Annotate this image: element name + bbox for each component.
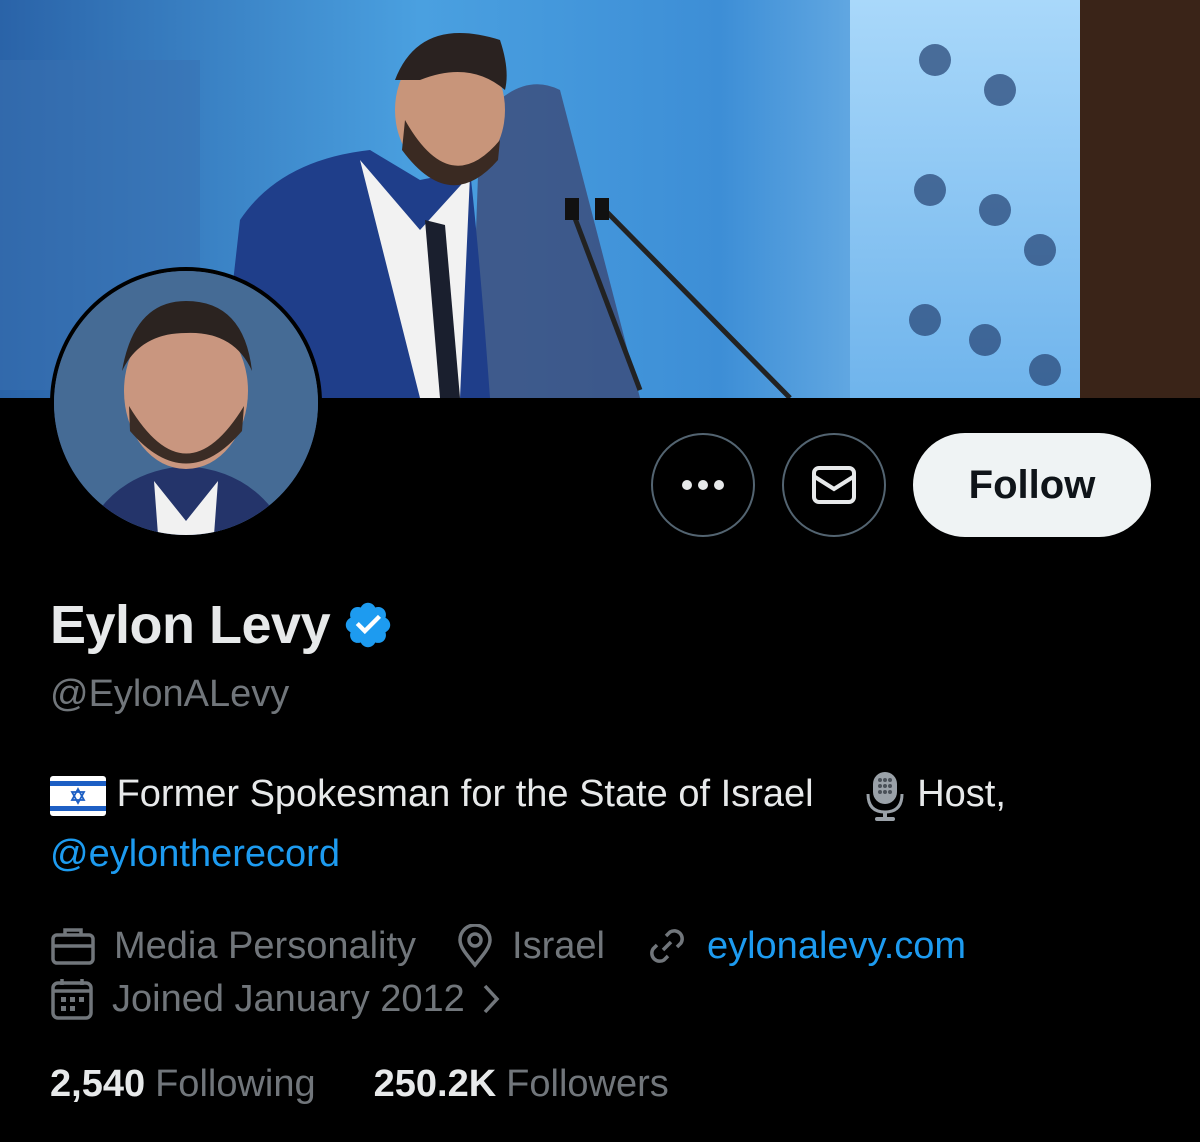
profile-avatar[interactable] — [50, 267, 322, 539]
profile-handle: @EylonALevy — [50, 673, 290, 715]
profile-bio: Former Spokesman for the State of Israel… — [50, 764, 1160, 884]
followers-count: 250.2K — [373, 1063, 497, 1105]
verified-badge-icon[interactable] — [342, 599, 394, 651]
israel-flag-icon — [50, 775, 106, 816]
following-count: 2,540 — [50, 1063, 146, 1105]
microphone-icon — [866, 771, 904, 821]
more-options-button[interactable] — [651, 433, 755, 537]
following-stat-link[interactable]: 2,540 Following — [50, 1063, 316, 1106]
profile-meta-row: Media Personality Israel eylonalevy.com — [50, 918, 1006, 974]
followers-stat-link[interactable]: 250.2K Followers — [374, 1063, 669, 1106]
location-pin-icon — [458, 924, 492, 968]
profile-name-row: Eylon Levy — [50, 592, 394, 658]
bio-mention-link[interactable]: @eylontherecord — [50, 833, 340, 875]
briefcase-icon — [51, 928, 95, 965]
followers-label: Followers — [506, 1063, 669, 1105]
profile-joined-date: Joined January 2012 — [112, 977, 465, 1020]
profile-joined-row: Joined January 2012 — [50, 971, 541, 1027]
chevron-right-icon[interactable] — [481, 983, 501, 1015]
profile-stats: 2,540 Following 250.2K Followers — [50, 1063, 727, 1106]
link-icon — [650, 929, 684, 963]
bio-host-text: Host, — [917, 773, 1006, 815]
profile-website-link[interactable]: eylonalevy.com — [707, 925, 966, 968]
envelope-icon — [812, 466, 856, 504]
location-item: Israel — [456, 924, 605, 968]
profile-location: Israel — [512, 924, 605, 967]
more-dots-icon — [682, 480, 724, 490]
bio-text: Former Spokesman for the State of Israel — [116, 773, 814, 815]
category-item: Media Personality — [50, 925, 416, 968]
calendar-icon — [51, 979, 93, 1020]
joined-item: Joined January 2012 — [50, 977, 501, 1021]
avatar-photo — [54, 271, 318, 535]
website-item: eylonalevy.com — [645, 924, 966, 968]
display-name: Eylon Levy — [50, 595, 331, 655]
message-button[interactable] — [782, 433, 886, 537]
follow-button[interactable]: Follow — [913, 433, 1151, 537]
profile-category: Media Personality — [114, 924, 417, 967]
following-label: Following — [155, 1063, 316, 1105]
